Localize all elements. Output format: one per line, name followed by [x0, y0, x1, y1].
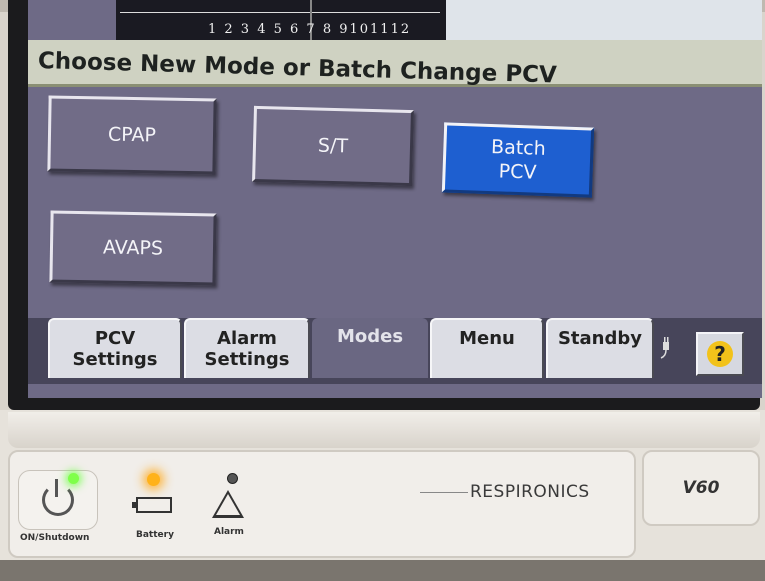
battery-led [147, 473, 160, 486]
tab-standby[interactable]: Standby [546, 318, 654, 378]
alarm-bell-icon [212, 490, 244, 518]
cpap-mode-button[interactable]: CPAP [47, 95, 217, 175]
brand-logo: RESPIRONICS [470, 482, 590, 502]
power-led [68, 473, 79, 484]
batch-pcv-mode-button[interactable]: Batch PCV [441, 122, 595, 198]
alarm-label: Alarm [214, 527, 244, 537]
waveform-axis-ticks: 1 2 3 4 5 6 7 8 9101112 [208, 22, 412, 37]
avaps-mode-button[interactable]: AVAPS [49, 210, 217, 286]
tab-modes[interactable]: Modes [312, 318, 428, 378]
battery-label: Battery [136, 530, 174, 540]
power-button[interactable] [18, 470, 98, 530]
waveform-axis [120, 12, 440, 13]
question-icon: ? [707, 341, 733, 367]
plug-icon-svg [660, 337, 669, 359]
tab-pcv-settings[interactable]: PCV Settings [48, 318, 182, 378]
tab-alarm-settings[interactable]: Alarm Settings [184, 318, 310, 378]
screen-ledge [8, 412, 760, 448]
brand-line [420, 492, 468, 493]
control-strip [8, 450, 636, 558]
tab-menu[interactable]: Menu [430, 318, 544, 378]
st-mode-button[interactable]: S/T [252, 105, 414, 187]
alarm-led [227, 473, 238, 484]
help-button[interactable]: ? [696, 332, 744, 376]
plug-icon [658, 336, 674, 365]
power-icon [42, 479, 74, 516]
power-label: ON/Shutdown [20, 533, 90, 543]
bottom-tab-bar: PCV Settings Alarm Settings Modes Menu S… [28, 318, 762, 384]
battery-icon [132, 497, 172, 513]
bottom-shadow [0, 560, 765, 581]
model-label: V60 [642, 450, 760, 526]
ventilator-screen: 1 2 3 4 5 6 7 8 9101112 Choose New Mode … [28, 0, 762, 398]
